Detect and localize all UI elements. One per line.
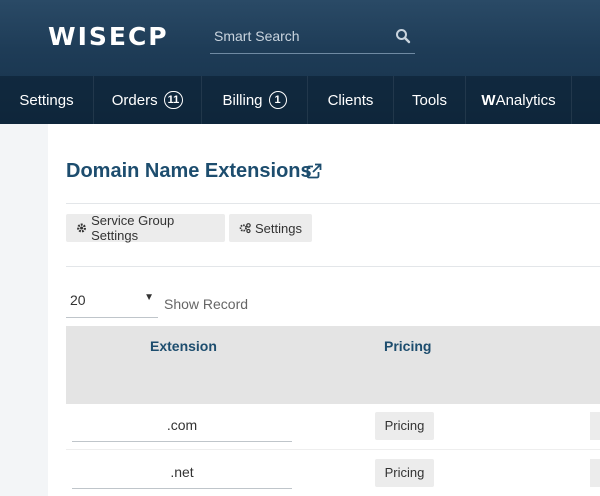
gears-icon [239, 223, 251, 234]
search-input[interactable] [210, 24, 385, 48]
table-row: .com Pricing [66, 404, 600, 450]
service-group-settings-button[interactable]: Service Group Settings [66, 213, 225, 243]
column-header-pricing[interactable]: Pricing [384, 338, 431, 354]
pricing-button[interactable]: Pricing [375, 412, 434, 440]
page-title: Domain Name Extensions [66, 160, 312, 182]
nav-label: Tools [411, 91, 448, 109]
divider [66, 266, 600, 267]
button-label: Settings [255, 220, 302, 236]
orders-count-badge: 11 [163, 91, 184, 109]
nav-item-orders[interactable]: Orders 11 [94, 76, 202, 124]
show-record-label: Show Record [164, 296, 249, 312]
gear-icon [77, 223, 87, 233]
divider [66, 203, 600, 204]
main-nav: Settings Orders 11 Billing 1 Clients Too… [0, 76, 600, 124]
billing-count-badge: 1 [268, 91, 287, 109]
records-per-page-select[interactable]: 20 ▼ [66, 290, 158, 318]
smart-search [210, 24, 415, 54]
nav-label: Clients [327, 91, 374, 109]
nav-item-billing[interactable]: Billing 1 [202, 76, 308, 124]
nav-label: Orders [111, 91, 158, 109]
nav-label: Settings [19, 91, 74, 109]
nav-label: Analytics [495, 91, 556, 109]
wisecp-logo[interactable]: WISECP [48, 22, 169, 51]
nav-label-bold: W [481, 91, 496, 109]
nav-label: Billing [222, 91, 263, 109]
top-bar: WISECP [0, 0, 600, 76]
button-label: Service Group Settings [91, 213, 175, 243]
dropdown-arrow-icon: ▼ [144, 292, 154, 303]
extension-field[interactable]: .com [72, 410, 292, 442]
extension-field[interactable]: .net [72, 457, 292, 489]
row-action-button[interactable] [590, 459, 600, 487]
pricing-button[interactable]: Pricing [375, 459, 434, 487]
records-per-page-value: 20 [70, 292, 86, 308]
external-link-icon[interactable] [306, 163, 322, 179]
settings-button[interactable]: Settings [229, 214, 312, 242]
table-row: .net Pricing [66, 451, 600, 496]
nav-item-settings[interactable]: Settings [0, 76, 94, 124]
nav-item-clients[interactable]: Clients [308, 76, 394, 124]
search-icon[interactable] [395, 28, 411, 44]
nav-item-tools[interactable]: Tools [394, 76, 466, 124]
column-header-extension[interactable]: Extension [150, 338, 217, 354]
row-action-button[interactable] [590, 412, 600, 440]
app-header: WISECP Settings Orders 11 Billing 1 Clie… [0, 0, 600, 124]
nav-item-wanalytics[interactable]: W Analytics [466, 76, 572, 124]
table-header: Extension Pricing [66, 326, 600, 404]
